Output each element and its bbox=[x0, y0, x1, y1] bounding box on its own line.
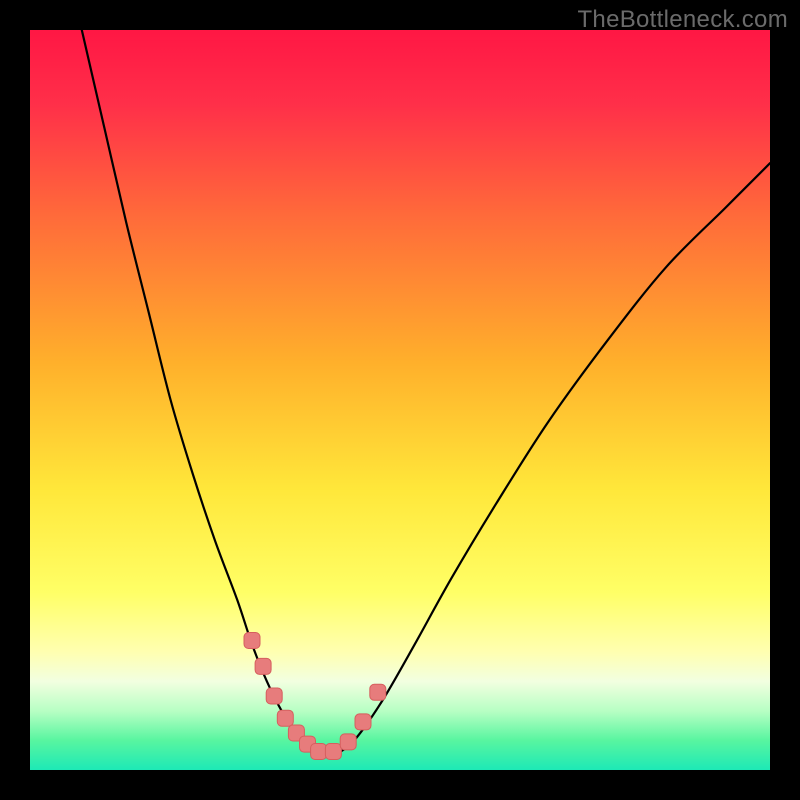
data-marker bbox=[370, 684, 386, 700]
data-marker bbox=[244, 633, 260, 649]
data-marker bbox=[340, 734, 356, 750]
plot-area bbox=[30, 30, 770, 770]
data-marker bbox=[311, 744, 327, 760]
bottleneck-curve bbox=[82, 30, 770, 756]
data-marker bbox=[325, 744, 341, 760]
data-marker bbox=[266, 688, 282, 704]
marker-group bbox=[244, 633, 386, 760]
data-marker bbox=[355, 714, 371, 730]
curve-layer bbox=[30, 30, 770, 770]
data-marker bbox=[255, 658, 271, 674]
data-marker bbox=[277, 710, 293, 726]
chart-frame: TheBottleneck.com bbox=[0, 0, 800, 800]
